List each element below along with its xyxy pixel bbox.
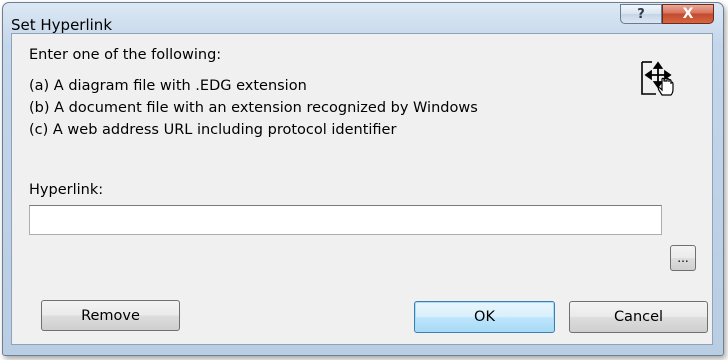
hyperlink-drag-hand-icon[interactable] (638, 60, 678, 100)
instructions-text: Enter one of the following: (29, 47, 222, 63)
cancel-button[interactable]: Cancel (569, 301, 708, 333)
remove-button[interactable]: Remove (41, 300, 180, 331)
option-a-text: (a) A diagram file with .EDG extension (29, 78, 307, 94)
close-icon: X (682, 6, 694, 22)
ok-button[interactable]: OK (414, 301, 555, 333)
help-button[interactable]: ? (620, 4, 662, 24)
browse-button[interactable]: ... (670, 245, 696, 271)
close-button[interactable]: X (662, 4, 714, 24)
help-icon: ? (637, 6, 645, 22)
window-title: Set Hyperlink (11, 16, 113, 34)
title-bar[interactable]: Set Hyperlink ? X (3, 3, 723, 34)
hyperlink-label: Hyperlink: (29, 182, 104, 198)
hyperlink-input[interactable] (29, 205, 662, 235)
option-b-text: (b) A document file with an extension re… (29, 100, 478, 116)
option-c-text: (c) A web address URL including protocol… (29, 122, 397, 138)
